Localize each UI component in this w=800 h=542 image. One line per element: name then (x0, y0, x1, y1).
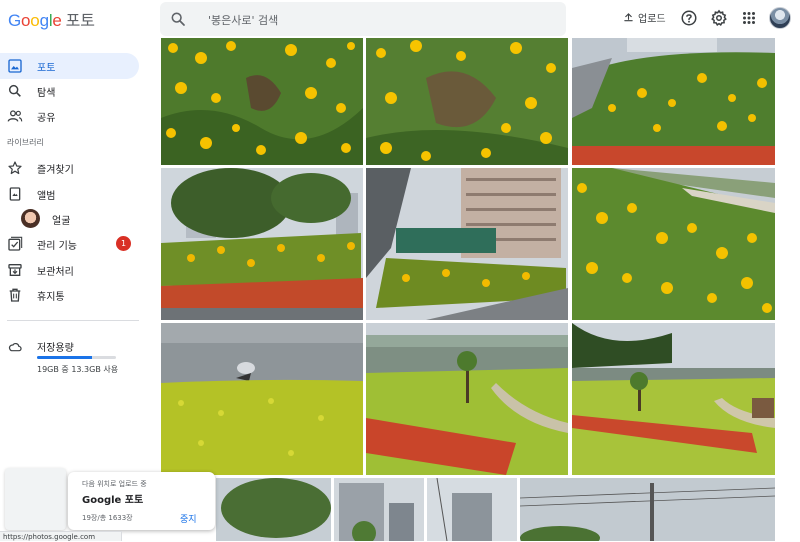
sidebar-item-utilities[interactable]: 관리 기능 1 (0, 231, 139, 257)
photo-thumbnail[interactable] (161, 168, 363, 320)
top-bar: Google 포토 '봉은사로' 검색 업로드 (0, 0, 800, 38)
sidebar-divider (7, 320, 139, 321)
sidebar-item-faces[interactable]: 얼굴 (0, 206, 139, 232)
library-section-label: 라이브러리 (7, 138, 44, 147)
sidebar-item-sharing[interactable]: 공유 (0, 103, 139, 129)
photo-thumbnail[interactable] (427, 478, 517, 541)
sidebar-item-trash[interactable]: 휴지통 (0, 282, 139, 308)
photo-thumbnail[interactable] (366, 323, 568, 475)
logo-letter: g (39, 11, 49, 30)
photo-thumbnail[interactable] (161, 38, 363, 165)
toast-progress-text: 19장/총 1633장 (82, 514, 133, 522)
photo-thumbnail[interactable] (572, 38, 775, 165)
album-icon (9, 187, 21, 201)
logo-letter: o (21, 11, 31, 30)
upload-toast: 다음 위치로 업로드 중 Google 포토 19장/총 1633장 중지 (68, 472, 215, 530)
sidebar-item-favorites[interactable]: 즐겨찾기 (0, 155, 139, 181)
storage-label: 저장용량 (37, 343, 74, 354)
photo-thumbnail[interactable] (334, 478, 424, 541)
sidebar-item-label: 탐색 (37, 88, 56, 99)
upload-label: 업로드 (638, 14, 666, 25)
upload-icon (624, 13, 633, 22)
sidebar-item-label: 휴지통 (37, 292, 65, 303)
search-icon (8, 84, 21, 97)
storage-usage-text: 19GB 중 13.3GB 사용 (37, 365, 119, 374)
sidebar-item-label: 관리 기능 (37, 241, 77, 252)
sidebar-item-label: 포토 (37, 63, 56, 74)
google-photos-logo[interactable]: Google 포토 (8, 7, 95, 31)
sidebar: 포토 탐색 공유 라이브러리 즐겨찾기 앨범 얼굴 관리 기능 1 보관처리 휴… (0, 38, 155, 541)
sidebar-item-photos[interactable]: 포토 (0, 53, 139, 79)
trash-icon (9, 288, 21, 302)
logo-letter: G (8, 11, 22, 30)
sidebar-item-explore[interactable]: 탐색 (0, 78, 139, 104)
sidebar-item-label: 공유 (37, 113, 56, 124)
account-avatar[interactable] (769, 7, 791, 29)
people-icon (7, 110, 23, 122)
logo-product: 포토 (65, 13, 95, 30)
photo-thumbnail[interactable] (161, 323, 363, 475)
sidebar-item-label: 보관처리 (37, 267, 74, 278)
search-placeholder: '봉은사로' 검색 (208, 14, 279, 27)
storage-progress-bar (37, 356, 116, 359)
logo-letter: o (30, 11, 40, 30)
sidebar-item-label: 얼굴 (52, 216, 71, 227)
photo-thumbnail[interactable] (572, 323, 775, 475)
notification-badge: 1 (116, 236, 131, 251)
photo-thumbnail[interactable] (572, 168, 775, 320)
scrollbar[interactable] (790, 38, 800, 541)
stop-upload-button[interactable]: 중지 (180, 512, 197, 525)
photo-icon (8, 59, 22, 73)
archive-icon (8, 264, 22, 276)
upload-preview-thumbnail (5, 468, 66, 530)
status-bar-url: https://photos.google.com (0, 531, 122, 541)
storage-progress-fill (37, 356, 93, 359)
sidebar-item-label: 즐겨찾기 (37, 165, 74, 176)
upload-button[interactable]: 업로드 (623, 10, 666, 25)
photo-grid (161, 38, 775, 541)
sidebar-item-albums[interactable]: 앨범 (0, 181, 139, 207)
photo-thumbnail[interactable] (366, 168, 568, 320)
toast-subtitle: 다음 위치로 업로드 중 (82, 480, 147, 488)
logo-letter: e (52, 11, 62, 30)
help-icon[interactable] (680, 9, 698, 27)
cloud-icon (8, 342, 22, 352)
star-icon (8, 161, 22, 175)
settings-icon[interactable] (710, 9, 728, 27)
sidebar-item-archive[interactable]: 보관처리 (0, 257, 139, 283)
toast-title: Google 포토 (82, 495, 144, 506)
face-avatar (21, 209, 40, 228)
apps-grid-icon[interactable] (740, 9, 758, 27)
search-icon[interactable] (170, 11, 186, 27)
search-bar[interactable]: '봉은사로' 검색 (160, 2, 566, 36)
photo-thumbnail[interactable] (520, 478, 775, 541)
photo-thumbnail[interactable] (366, 38, 568, 165)
sidebar-item-label: 앨범 (37, 191, 56, 202)
utilities-icon (8, 236, 23, 251)
logo-brand: Google (8, 11, 62, 30)
photo-thumbnail[interactable] (216, 478, 331, 541)
